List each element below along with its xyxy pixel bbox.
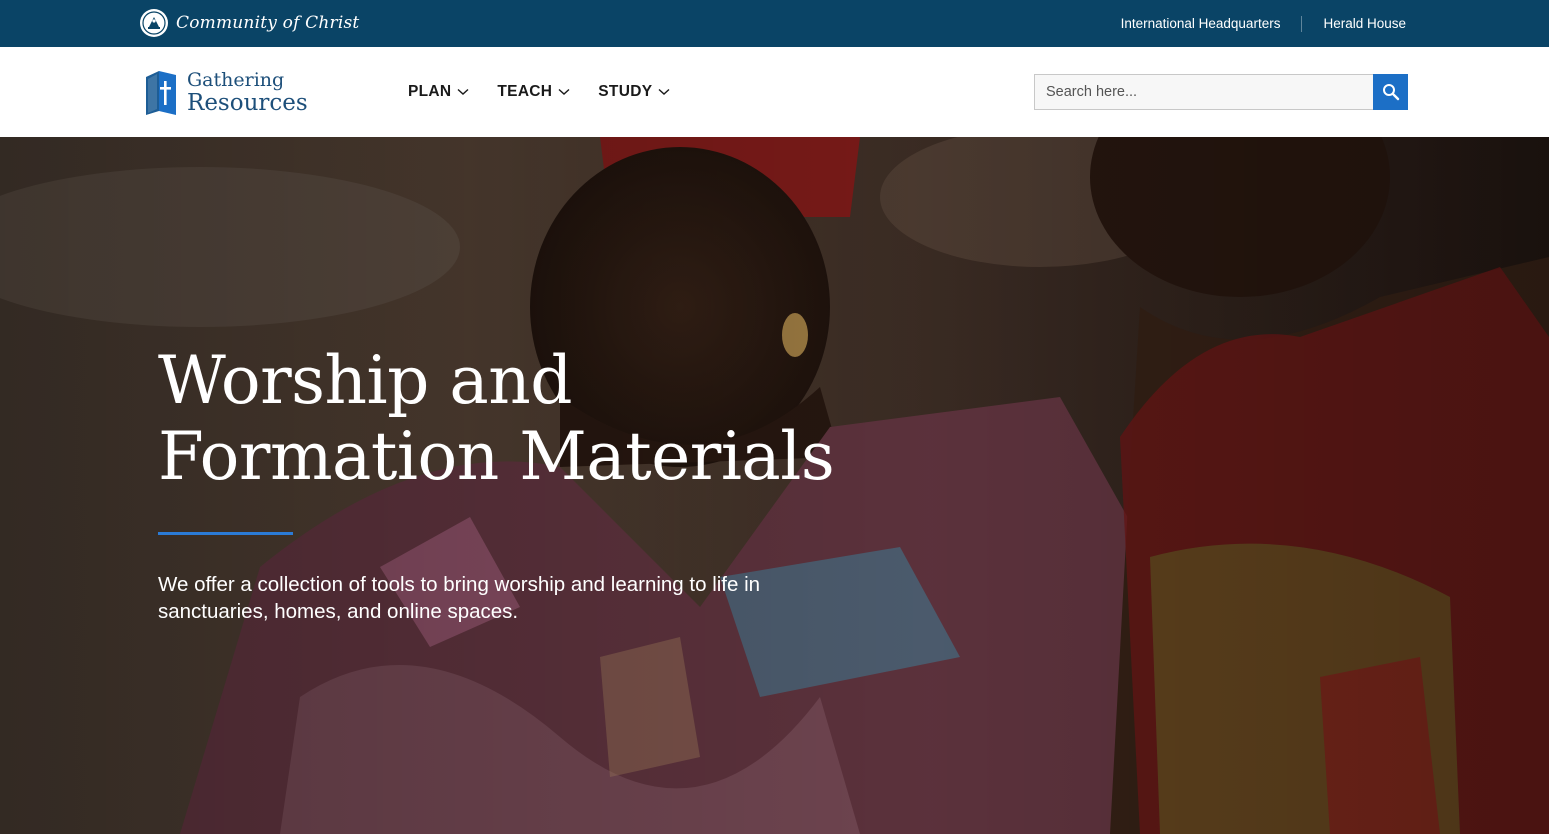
seal-icon — [140, 9, 168, 37]
chevron-down-icon — [558, 88, 570, 95]
search-icon — [1382, 84, 1399, 101]
utility-links: International Headquarters Herald House — [1121, 0, 1406, 47]
nav-plan-label: PLAN — [408, 83, 452, 100]
hero-title: Worship and Formation Materials — [158, 342, 835, 495]
hero-section: Worship and Formation Materials We offer… — [0, 137, 1549, 834]
primary-nav: PLAN TEACH STUDY — [408, 47, 670, 137]
link-divider — [1301, 15, 1303, 32]
nav-plan[interactable]: PLAN — [408, 83, 469, 101]
gathering-resources-logo[interactable]: Gathering Resources — [143, 69, 308, 117]
nav-study-label: STUDY — [598, 83, 653, 100]
search-input[interactable] — [1034, 74, 1373, 110]
international-headquarters-link[interactable]: International Headquarters — [1121, 16, 1281, 31]
brand-line-1: Gathering — [187, 69, 285, 91]
nav-teach-label: TEACH — [497, 83, 553, 100]
org-name: Community of Christ — [176, 13, 360, 33]
community-of-christ-logo[interactable]: Community of Christ — [140, 8, 359, 38]
search-form — [1034, 74, 1408, 110]
chevron-down-icon — [457, 88, 469, 95]
nav-study[interactable]: STUDY — [598, 83, 670, 101]
hero-subtitle: We offer a collection of tools to bring … — [158, 573, 761, 623]
search-button[interactable] — [1373, 74, 1408, 110]
nav-teach[interactable]: TEACH — [497, 83, 570, 101]
hero-accent-rule — [158, 532, 293, 535]
chevron-down-icon — [658, 88, 670, 95]
book-cross-icon — [146, 71, 176, 115]
main-header: Gathering Resources PLAN TEACH STUDY — [0, 47, 1549, 137]
top-utility-bar: Community of Christ International Headqu… — [0, 0, 1549, 47]
brand-line-2: Resources — [187, 90, 308, 116]
herald-house-link[interactable]: Herald House — [1323, 16, 1406, 31]
